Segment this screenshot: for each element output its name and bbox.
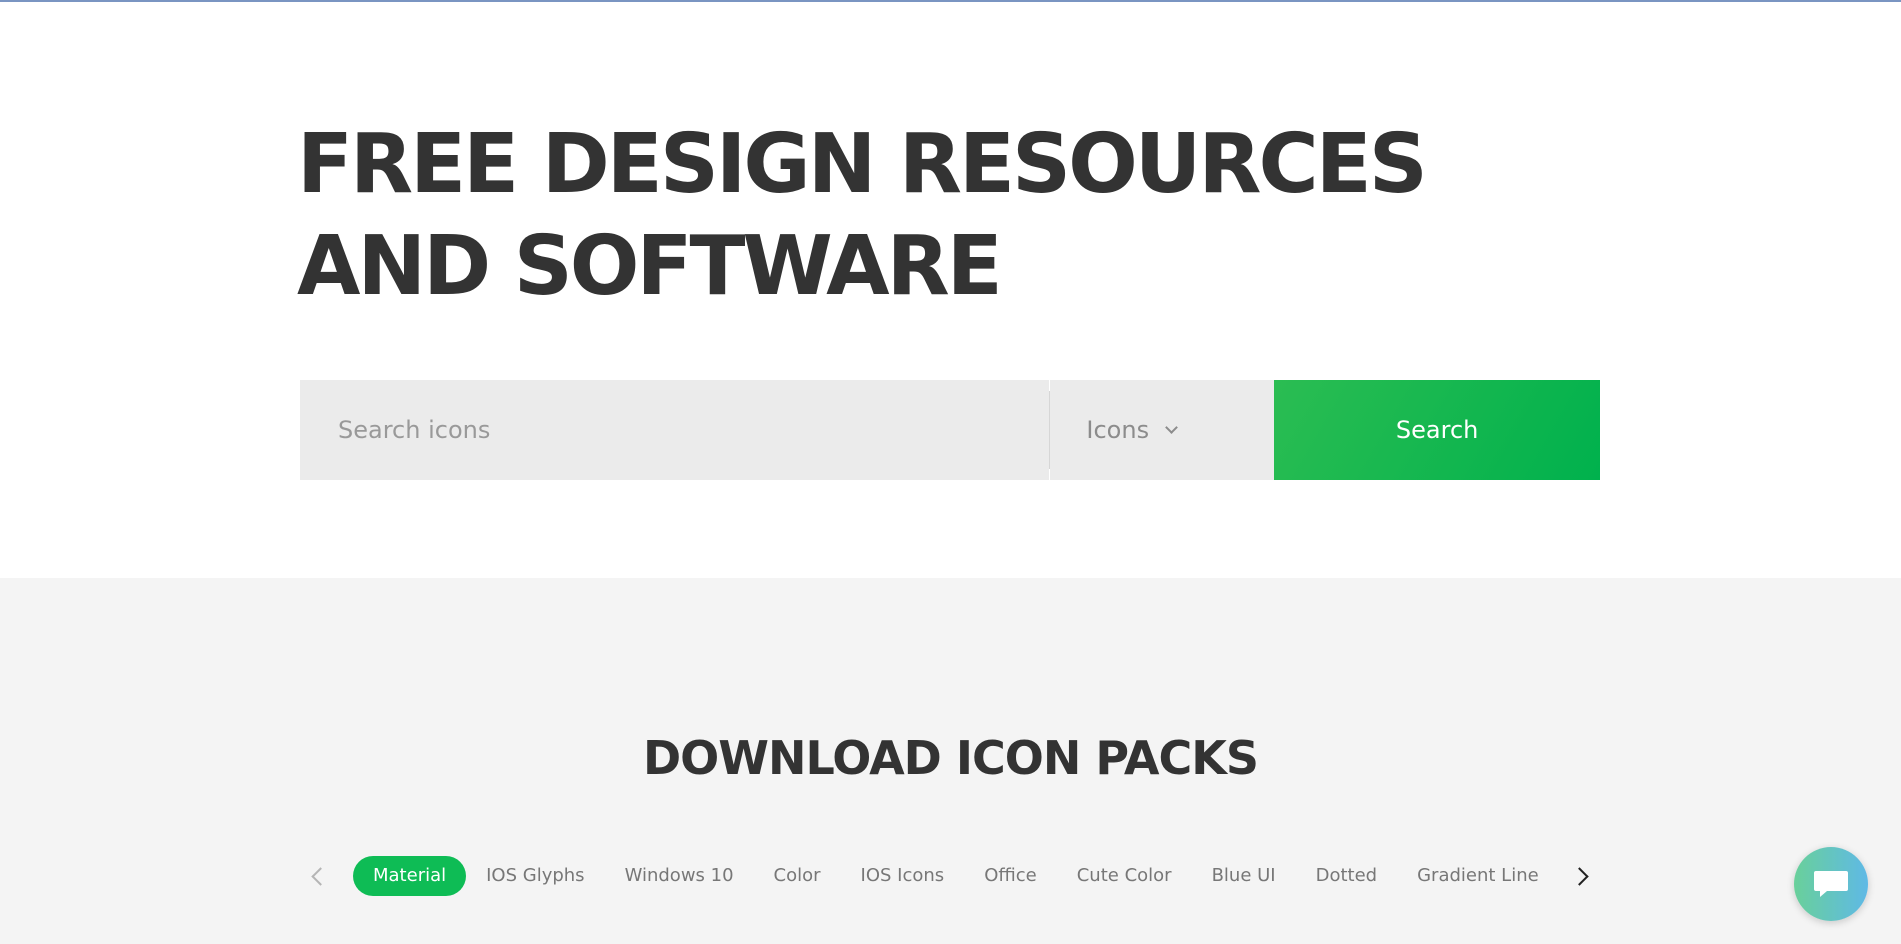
icon-pack-tab-office[interactable]: Office: [964, 856, 1057, 896]
icon-pack-tab-windows-10[interactable]: Windows 10: [605, 856, 754, 896]
icon-pack-tab-ios-icons[interactable]: IOS Icons: [841, 856, 965, 896]
icon-pack-tab-color[interactable]: Color: [754, 856, 841, 896]
chat-widget-button[interactable]: [1794, 847, 1868, 921]
hero-title-line-1: FREE DESIGN RESOURCES: [297, 117, 1428, 212]
carousel-next-button[interactable]: [1568, 856, 1600, 896]
icon-packs-carousel: Material IOS Glyphs Windows 10 Color IOS…: [300, 856, 1600, 896]
search-button[interactable]: Search: [1274, 380, 1600, 480]
icon-packs-section: DOWNLOAD ICON PACKS Material IOS Glyphs …: [0, 578, 1901, 944]
hero-title-line-2: AND SOFTWARE: [297, 219, 1003, 314]
hero-section: FREE DESIGN RESOURCES AND SOFTWARE Icons…: [0, 2, 1901, 578]
chevron-down-icon: [1165, 421, 1178, 434]
icon-packs-title: DOWNLOAD ICON PACKS: [643, 731, 1259, 785]
hero-title: FREE DESIGN RESOURCES AND SOFTWARE: [297, 114, 1428, 318]
search-form: Icons Search: [300, 380, 1600, 480]
chevron-left-icon: [311, 867, 330, 886]
carousel-prev-button[interactable]: [300, 856, 332, 896]
icon-pack-tabs: Material IOS Glyphs Windows 10 Color IOS…: [353, 856, 1559, 896]
icon-pack-tab-gradient-line[interactable]: Gradient Line: [1397, 856, 1559, 896]
icon-pack-tab-blue-ui[interactable]: Blue UI: [1192, 856, 1296, 896]
category-select-value: Icons: [1086, 416, 1150, 444]
icon-pack-tab-ios-glyphs[interactable]: IOS Glyphs: [466, 856, 604, 896]
icon-pack-tab-dotted[interactable]: Dotted: [1296, 856, 1398, 896]
chat-icon: [1814, 871, 1848, 897]
category-select[interactable]: Icons: [1050, 380, 1275, 480]
chevron-right-icon: [1570, 867, 1589, 886]
search-input[interactable]: [300, 380, 1050, 480]
icon-pack-tab-material[interactable]: Material: [353, 856, 467, 896]
icon-pack-tab-cute-color[interactable]: Cute Color: [1057, 856, 1192, 896]
